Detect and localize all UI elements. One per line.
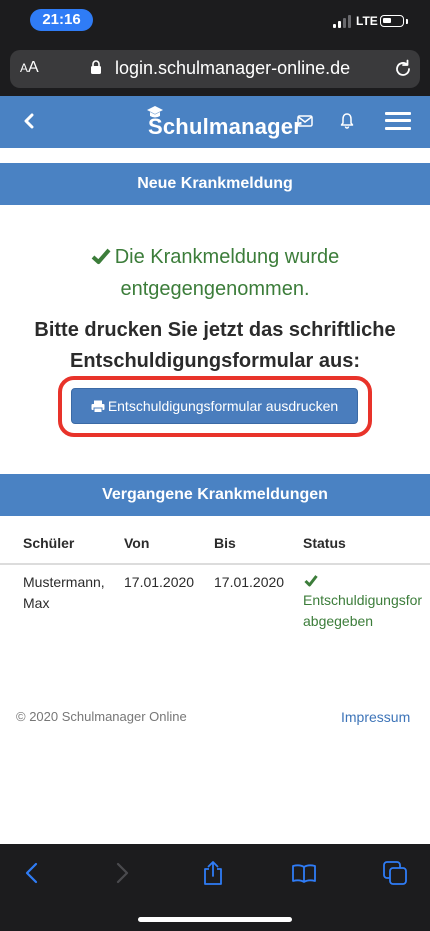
- checkmark-icon: [304, 575, 318, 587]
- bell-icon[interactable]: [339, 112, 355, 130]
- schulmanager-logo[interactable]: Schulmanager: [146, 105, 302, 139]
- battery-icon: [380, 15, 404, 27]
- cell-status-line2: abgegeben: [303, 613, 374, 629]
- print-form-button-label: Entschuldigungsformular ausdrucken: [107, 398, 339, 414]
- cell-status: Entschuldigungsfor abgegeben: [303, 572, 422, 632]
- reload-icon[interactable]: [392, 58, 414, 80]
- column-header-from[interactable]: Von: [124, 535, 149, 551]
- battery-cap: [406, 19, 408, 24]
- checkmark-icon: [91, 248, 111, 264]
- aa-small-letter: A: [20, 61, 29, 75]
- share-icon[interactable]: [200, 860, 226, 886]
- cellular-signal-icon: [333, 15, 353, 28]
- new-report-title: Neue Krankmeldung: [0, 163, 430, 205]
- cell-student-line1: Mustermann,: [23, 574, 105, 590]
- printer-icon: [91, 400, 105, 413]
- success-message: Die Krankmeldung wurde entgegengenommen.: [40, 241, 390, 305]
- tabs-icon[interactable]: [382, 860, 408, 886]
- print-form-button[interactable]: Entschuldigungsformular ausdrucken: [71, 388, 358, 424]
- url-field[interactable]: AA login.schulmanager-online.de: [10, 50, 420, 88]
- browser-forward-icon[interactable]: [108, 860, 134, 886]
- cell-student: Mustermann, Max: [23, 572, 105, 614]
- imprint-link[interactable]: Impressum: [341, 709, 410, 725]
- cell-status-line1: Entschuldigungsfor: [303, 592, 423, 608]
- url-text: login.schulmanager-online.de: [115, 58, 351, 78]
- column-header-student[interactable]: Schüler: [23, 535, 74, 551]
- footer-copyright: © 2020 Schulmanager Online: [16, 709, 187, 724]
- home-indicator[interactable]: [138, 917, 292, 922]
- cell-student-line2: Max: [23, 595, 50, 611]
- mail-icon[interactable]: [297, 114, 313, 128]
- lock-icon: [91, 60, 101, 74]
- print-instruction: Bitte drucken Sie jetzt das schriftliche…: [34, 319, 396, 372]
- browser-address-bar: AA login.schulmanager-online.de: [0, 44, 430, 96]
- past-reports-title: Vergangene Krankmeldungen: [0, 474, 430, 516]
- cell-from: 17.01.2020: [124, 574, 195, 590]
- success-message-text: Die Krankmeldung wurde entgegengenommen.: [114, 246, 340, 300]
- logo-text: Schulmanager: [148, 114, 303, 139]
- column-header-to[interactable]: Bis: [214, 535, 236, 551]
- cell-to: 17.01.2020: [214, 574, 285, 590]
- hamburger-menu-icon[interactable]: [385, 111, 411, 131]
- aa-large-letter: A: [28, 59, 39, 76]
- text-size-button[interactable]: AA: [20, 59, 39, 77]
- status-time[interactable]: 21:16: [30, 9, 93, 31]
- browser-back-icon[interactable]: [20, 860, 46, 886]
- status-bar: 21:16 LTE: [0, 0, 430, 44]
- back-chevron-icon[interactable]: [22, 112, 36, 130]
- table-header-divider: [0, 563, 430, 565]
- app-header: Schulmanager: [0, 96, 430, 148]
- column-header-status[interactable]: Status: [303, 535, 346, 551]
- network-type: LTE: [356, 14, 378, 28]
- bookmarks-icon[interactable]: [291, 860, 317, 886]
